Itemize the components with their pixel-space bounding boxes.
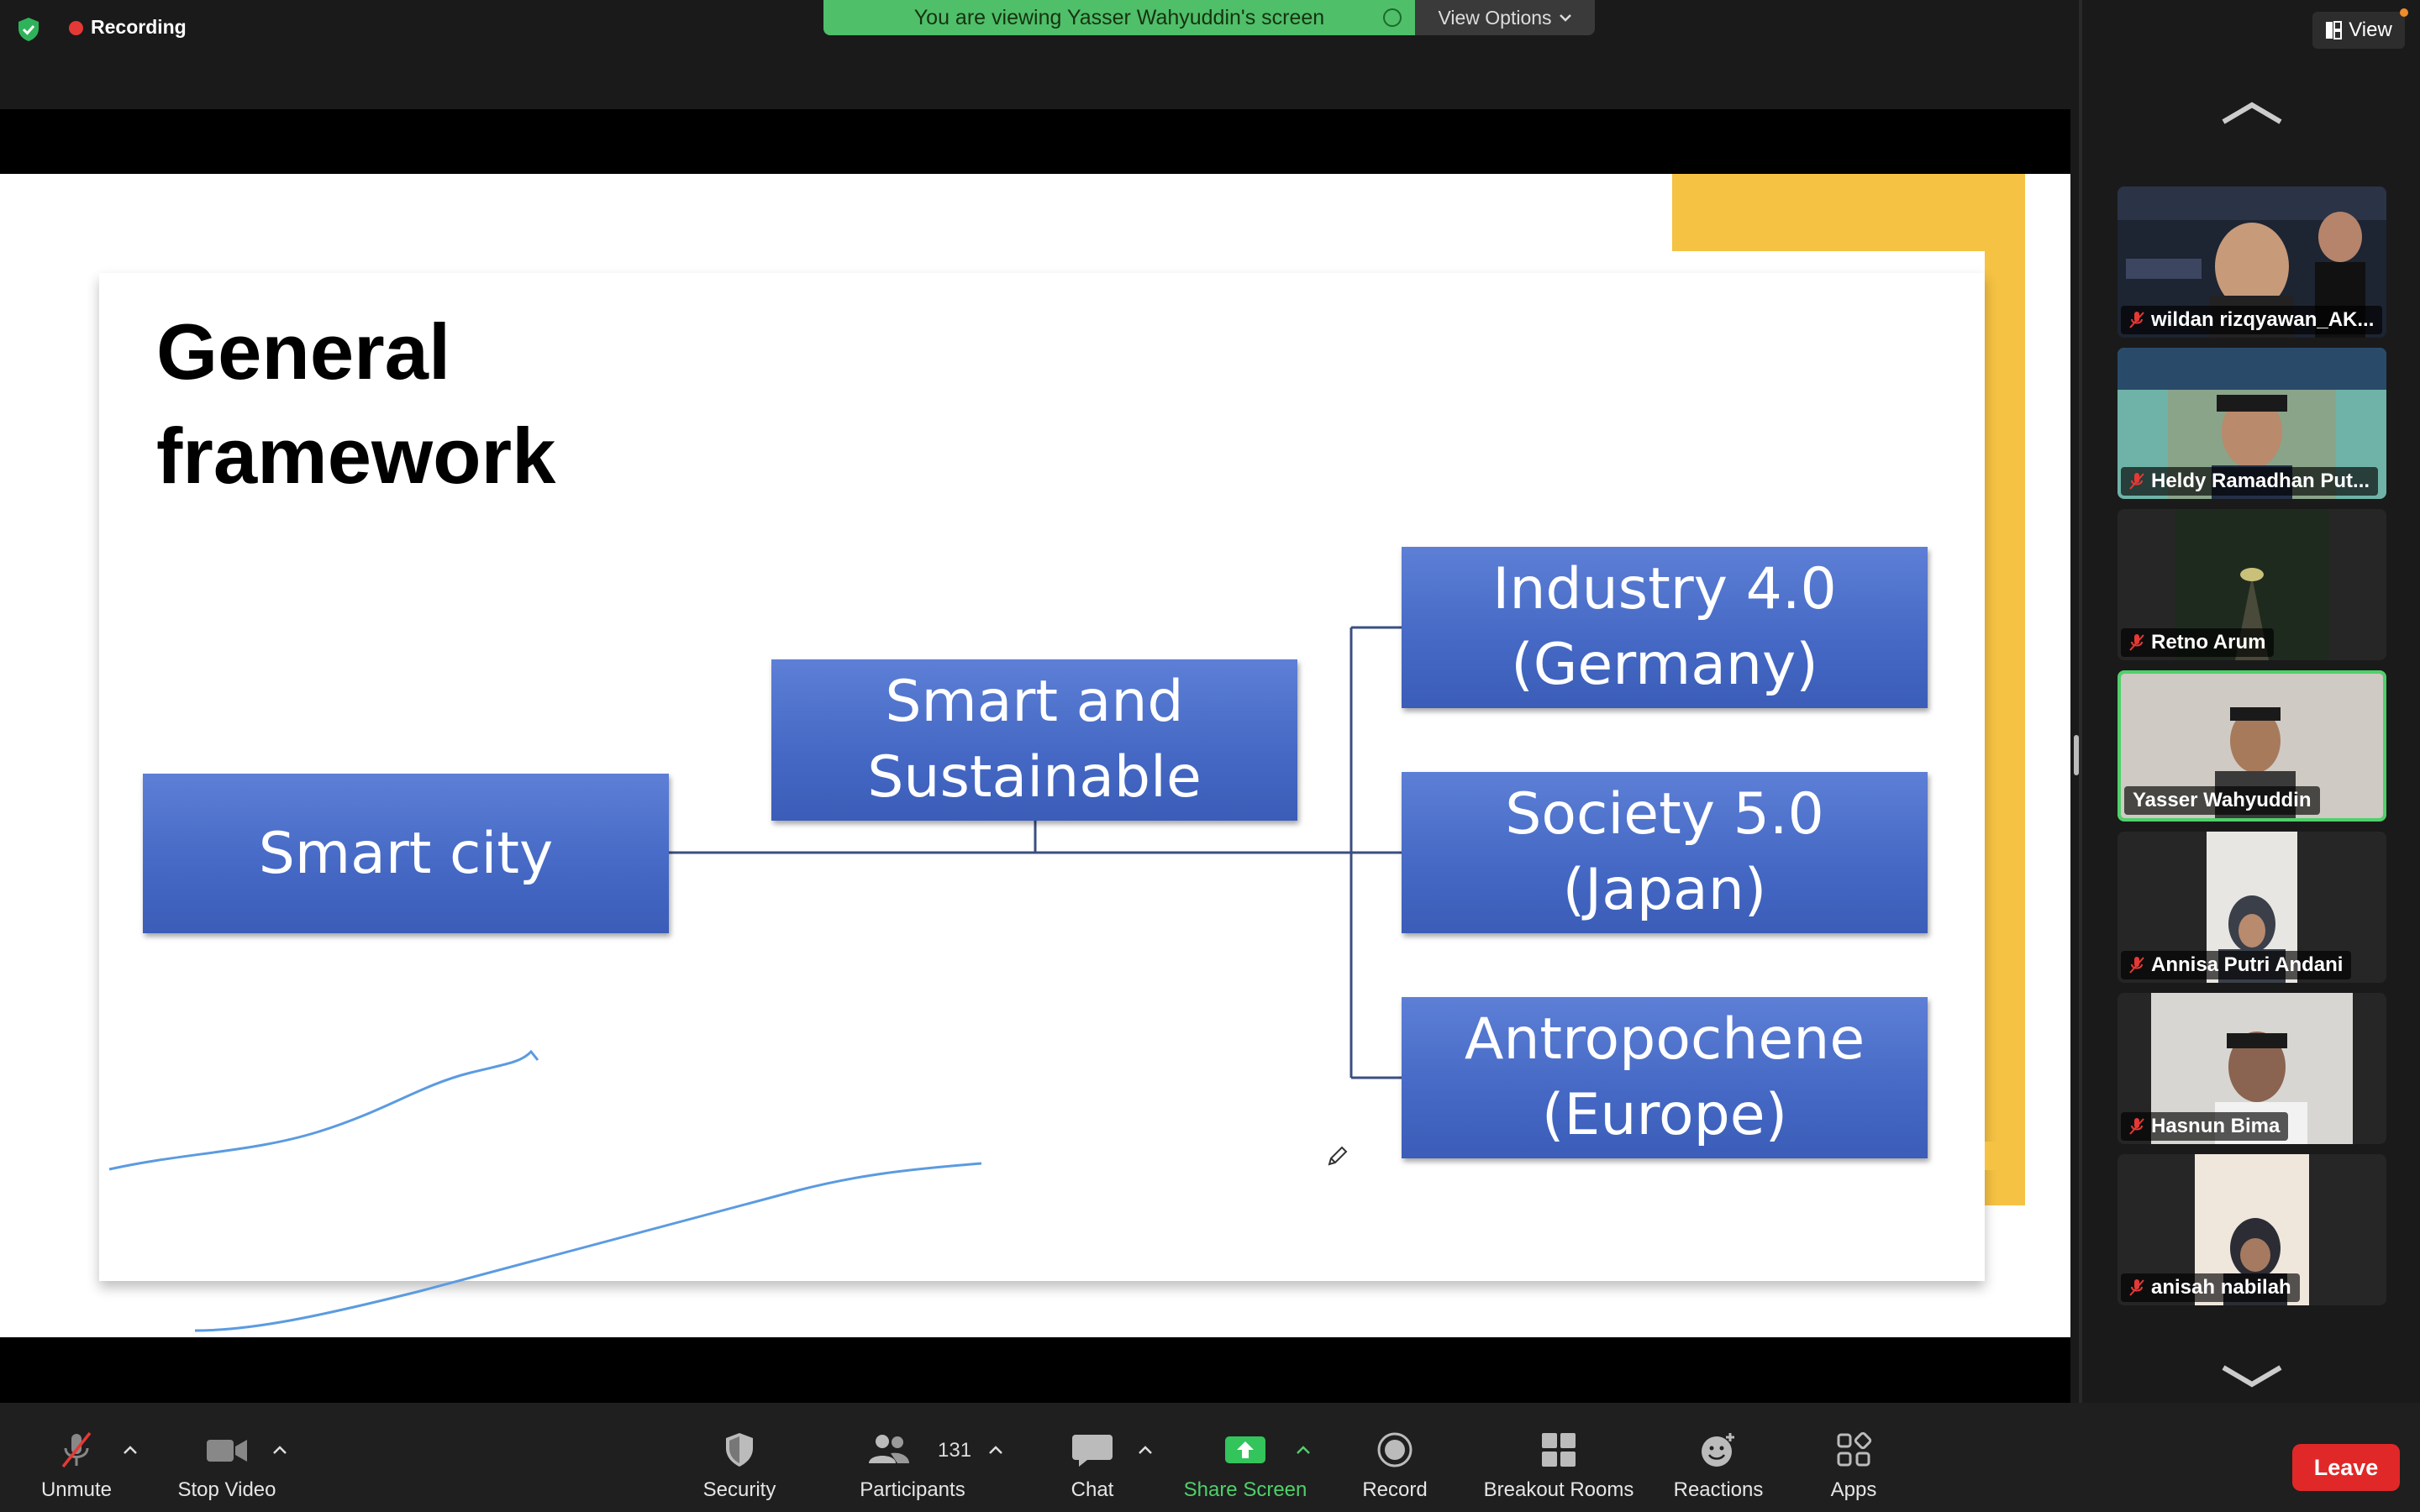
video-tile[interactable]: anisah nabilah (2118, 1154, 2386, 1305)
leave-button[interactable]: Leave (2292, 1444, 2400, 1491)
participant-name: Retno Arum (2151, 631, 2266, 654)
video-tile-active-speaker[interactable]: Yasser Wahyuddin (2118, 670, 2386, 822)
participant-name-tag: Heldy Ramadhan Put... (2121, 467, 2379, 496)
box-antropochene-label: Antropochene (Europe) (1464, 1006, 1865, 1148)
participant-name: Annisa Putri Andani (2151, 953, 2344, 976)
gallery-divider (2079, 0, 2082, 1403)
box-smart-city-label: Smart city (258, 820, 554, 887)
unmute-label: Unmute (40, 1478, 113, 1501)
record-icon (1377, 1432, 1413, 1467)
participant-name-tag: Yasser Wahyuddin (2124, 786, 2320, 815)
reactions-button[interactable]: Reactions (1667, 1403, 1770, 1512)
shield-icon (726, 1433, 753, 1467)
mic-muted-icon (2129, 473, 2144, 490)
breakout-rooms-icon (1542, 1433, 1576, 1467)
share-screen-label: Share Screen (1183, 1478, 1307, 1501)
participant-name-tag: Hasnun Bima (2121, 1112, 2289, 1141)
view-button[interactable]: View (2312, 8, 2408, 49)
mic-muted-icon (2129, 1118, 2144, 1135)
apps-button[interactable]: Apps (1812, 1403, 1896, 1512)
security-label: Security (702, 1478, 776, 1501)
video-tile[interactable]: wildan rizqyawan_AK... (2118, 186, 2386, 338)
view-options-button[interactable]: View Options (1415, 0, 1595, 35)
pencil-icon (1328, 1146, 1348, 1166)
participant-name: Hasnun Bima (2151, 1115, 2281, 1137)
smiley-icon (1702, 1433, 1734, 1467)
participant-name-tag: wildan rizqyawan_AK... (2121, 306, 2383, 334)
breakout-rooms-button[interactable]: Breakout Rooms (1476, 1403, 1642, 1512)
unmute-button[interactable]: Unmute (25, 1403, 128, 1512)
reactions-label: Reactions (1673, 1478, 1764, 1501)
mic-muted-icon (2129, 1279, 2144, 1296)
chat-button[interactable]: Chat (1050, 1403, 1134, 1512)
participant-name-tag: anisah nabilah (2121, 1273, 2300, 1302)
video-tile[interactable]: Annisa Putri Andani (2118, 832, 2386, 983)
video-options-caret-icon[interactable] (272, 1445, 287, 1455)
participants-options-caret-icon[interactable] (988, 1445, 1003, 1455)
video-tile[interactable]: Heldy Ramadhan Put... (2118, 348, 2386, 499)
view-options-label: View Options (1438, 6, 1552, 29)
recording-dot-icon (69, 21, 83, 35)
breakout-rooms-label: Breakout Rooms (1483, 1478, 1634, 1501)
box-antropochene: Antropochene (Europe) (1402, 997, 1928, 1158)
annotation-strokes (108, 1049, 982, 1332)
box-industry: Industry 4.0 (Germany) (1402, 547, 1928, 708)
meeting-toolbar: Unmute Stop Video Security Participants … (0, 1403, 2420, 1512)
presentation-slide: General framework Smart city Smart and S… (0, 174, 2070, 1337)
video-tile[interactable]: Retno Arum (2118, 509, 2386, 660)
participants-icon (869, 1435, 909, 1463)
record-label: Record (1362, 1478, 1428, 1501)
participant-name-tag: Annisa Putri Andani (2121, 951, 2352, 979)
apps-label: Apps (1830, 1478, 1877, 1501)
recording-label: Recording (91, 16, 187, 38)
share-screen-icon (1225, 1436, 1265, 1463)
view-button-label: View (2349, 18, 2392, 41)
box-smart-sustainable: Smart and Sustainable (771, 659, 1297, 821)
share-screen-button[interactable]: Share Screen (1176, 1403, 1314, 1512)
mic-muted-icon (2129, 634, 2144, 651)
stop-video-label: Stop Video (177, 1478, 276, 1501)
record-button[interactable]: Record (1353, 1403, 1437, 1512)
chat-options-caret-icon[interactable] (1138, 1445, 1153, 1455)
resize-handle[interactable] (2074, 735, 2079, 775)
participants-label: Participants (860, 1478, 965, 1501)
participant-name: anisah nabilah (2151, 1276, 2291, 1299)
scroll-down-chevron-icon[interactable] (2218, 1359, 2286, 1393)
status-circle-icon (1383, 8, 1402, 27)
scroll-up-chevron-icon[interactable] (2218, 97, 2286, 130)
box-industry-label: Industry 4.0 (Germany) (1492, 556, 1837, 698)
chevron-down-icon (1559, 14, 1571, 22)
box-society: Society 5.0 (Japan) (1402, 772, 1928, 933)
box-smart-sustainable-label: Smart and Sustainable (867, 669, 1202, 811)
participant-name: wildan rizqyawan_AK... (2151, 308, 2375, 331)
participant-name: Heldy Ramadhan Put... (2151, 470, 2370, 492)
video-camera-icon (207, 1440, 247, 1462)
participants-count: 131 (938, 1439, 972, 1462)
security-button[interactable]: Security (689, 1403, 790, 1512)
box-smart-city: Smart city (143, 774, 669, 933)
mic-muted-icon (2129, 312, 2144, 328)
unmute-options-caret-icon[interactable] (123, 1445, 138, 1455)
viewing-banner-text: You are viewing Yasser Wahyuddin's scree… (913, 5, 1325, 29)
mic-muted-icon (2129, 957, 2144, 974)
viewing-banner: You are viewing Yasser Wahyuddin's scree… (823, 0, 1415, 35)
participant-name-tag: Retno Arum (2121, 628, 2275, 657)
notification-dot (2400, 8, 2408, 17)
shield-icon[interactable] (17, 17, 40, 42)
stop-video-button[interactable]: Stop Video (168, 1403, 286, 1512)
mic-muted-icon (61, 1431, 92, 1468)
chat-bubble-icon (1072, 1435, 1113, 1467)
grid-view-icon (2326, 21, 2343, 39)
box-society-label: Society 5.0 (Japan) (1505, 781, 1824, 923)
share-options-caret-icon[interactable] (1296, 1445, 1311, 1455)
participant-name: Yasser Wahyuddin (2133, 789, 2312, 811)
chat-label: Chat (1071, 1478, 1114, 1501)
video-tile[interactable]: Hasnun Bima (2118, 993, 2386, 1144)
apps-icon (1837, 1431, 1872, 1467)
